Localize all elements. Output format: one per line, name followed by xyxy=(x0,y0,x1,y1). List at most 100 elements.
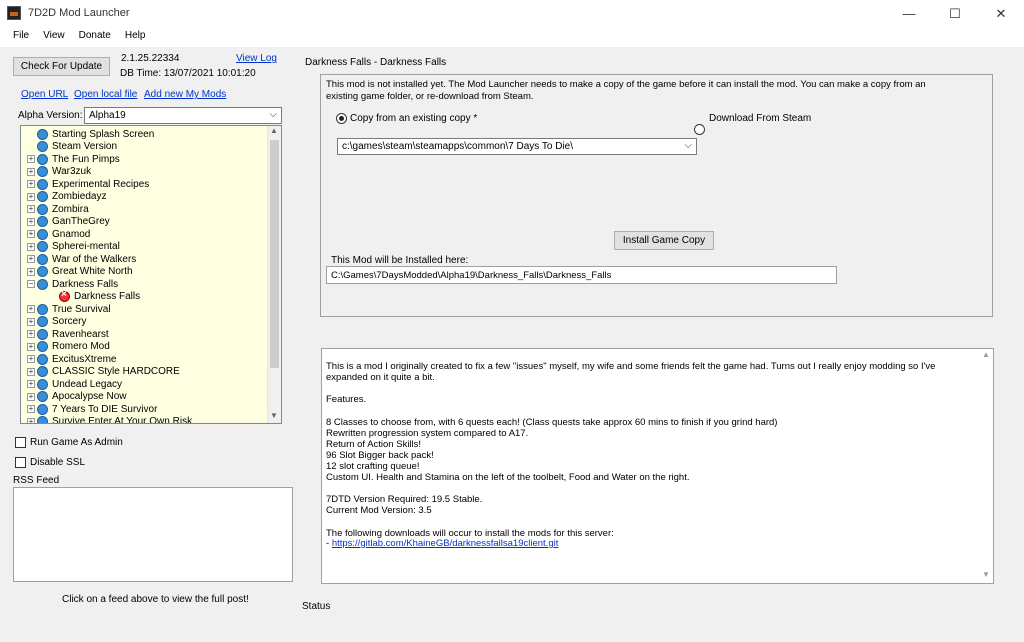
description-scrollbar[interactable]: ▲ ▼ xyxy=(980,350,993,582)
close-button[interactable]: ✕ xyxy=(978,0,1024,27)
expand-icon[interactable]: + xyxy=(27,417,35,423)
menu-view[interactable]: View xyxy=(36,27,72,47)
install-game-copy-button[interactable]: Install Game Copy xyxy=(614,231,714,250)
tree-item[interactable]: + Zombiedayz xyxy=(27,191,106,204)
expand-icon[interactable]: + xyxy=(27,205,35,214)
tree-item[interactable]: + War of the Walkers xyxy=(27,253,136,266)
tree-item-label: 7 Years To DIE Survivor xyxy=(52,403,158,415)
open-url-link[interactable]: Open URL xyxy=(21,89,68,100)
maximize-button[interactable]: ☐ xyxy=(932,0,978,27)
expand-icon[interactable]: + xyxy=(27,267,35,276)
expand-icon[interactable]: + xyxy=(27,405,35,414)
tree-item[interactable]: + The Fun Pimps xyxy=(27,153,120,166)
expand-icon[interactable]: + xyxy=(27,342,35,351)
disable-ssl-checkbox[interactable] xyxy=(15,457,26,468)
window-title: 7D2D Mod Launcher xyxy=(28,7,130,19)
expand-icon[interactable]: + xyxy=(27,230,35,239)
expand-icon[interactable]: + xyxy=(27,317,35,326)
tree-scrollbar[interactable]: ▲ ▼ xyxy=(267,126,281,423)
expand-icon[interactable]: + xyxy=(27,242,35,251)
tree-item-label: The Fun Pimps xyxy=(52,153,120,165)
install-path-field[interactable]: C:\Games\7DaysModded\Alpha19\Darkness_Fa… xyxy=(326,266,837,284)
minimize-button[interactable]: — xyxy=(886,0,932,27)
copy-existing-radio[interactable] xyxy=(336,113,347,124)
tree-item[interactable]: Starting Splash Screen xyxy=(27,128,154,141)
expand-icon[interactable]: + xyxy=(27,192,35,201)
globe-icon xyxy=(37,278,48,290)
tree-item-label: Romero Mod xyxy=(52,341,110,353)
scroll-up-icon[interactable]: ▲ xyxy=(270,126,278,135)
tree-item[interactable]: Steam Version xyxy=(27,141,117,154)
download-steam-radio[interactable] xyxy=(694,124,705,135)
expand-icon[interactable]: + xyxy=(27,380,35,389)
tree-item[interactable]: +7 Years To DIE Survivor xyxy=(27,403,157,416)
tree-item[interactable]: + ExcitusXtreme xyxy=(27,353,116,366)
tree-item-label: Experimental Recipes xyxy=(52,178,150,190)
tree-item-label: CLASSIC Style HARDCORE xyxy=(52,366,180,378)
source-path-value: c:\games\steam\steamapps\common\7 Days T… xyxy=(342,141,574,152)
tree-item[interactable]: + CLASSIC Style HARDCORE xyxy=(27,366,180,379)
expand-icon[interactable]: + xyxy=(27,167,35,176)
expand-icon[interactable]: + xyxy=(27,392,35,401)
tree-item[interactable]: + Romero Mod xyxy=(27,341,110,354)
menu-bar: File View Donate Help xyxy=(0,27,1024,47)
alpha-version-label: Alpha Version: xyxy=(18,110,83,121)
scroll-down-icon[interactable]: ▼ xyxy=(982,570,990,579)
tree-item[interactable]: + Gnamod xyxy=(27,228,90,241)
add-my-mods-link[interactable]: Add new My Mods xyxy=(144,89,226,100)
globe-icon xyxy=(37,228,48,240)
menu-help[interactable]: Help xyxy=(118,27,153,47)
collapse-icon[interactable]: − xyxy=(27,280,35,289)
tree-item-label: Gnamod xyxy=(52,228,91,240)
expand-icon[interactable]: + xyxy=(27,355,35,364)
db-time-label: DB Time: 13/07/2021 10:01:20 xyxy=(120,68,256,79)
globe-icon xyxy=(37,178,48,190)
tree-item[interactable]: + Survive Enter At Your Own Risk xyxy=(27,416,192,423)
description-line: 96 Slot Bigger back pack! xyxy=(326,449,434,461)
tree-item-label: Darkness Falls xyxy=(74,291,141,303)
menu-donate[interactable]: Donate xyxy=(72,27,118,47)
tree-scroll-thumb[interactable] xyxy=(270,140,279,368)
tree-item[interactable]: + Spherei-mental xyxy=(27,241,120,254)
tree-item[interactable]: + Zombira xyxy=(27,203,89,216)
tree-item[interactable]: + Undead Legacy xyxy=(27,378,122,391)
description-line: The following downloads will occur to in… xyxy=(326,527,614,539)
expand-icon[interactable]: + xyxy=(27,155,35,164)
source-path-select[interactable]: c:\games\steam\steamapps\common\7 Days T… xyxy=(337,138,697,155)
check-update-button[interactable]: Check For Update xyxy=(13,57,110,76)
view-log-link[interactable]: View Log xyxy=(236,53,277,64)
download-link[interactable]: https://gitlab.com/KhaineGB/darknessfall… xyxy=(332,538,559,549)
tree-item[interactable]: + Great White North xyxy=(27,266,133,279)
tree-item[interactable]: Darkness Falls xyxy=(49,289,141,304)
description-line: Current Mod Version: 3.5 xyxy=(326,505,432,517)
expand-icon[interactable]: + xyxy=(27,305,35,314)
description-line: 8 Classes to choose from, with 6 quests … xyxy=(326,416,778,428)
expand-icon[interactable]: + xyxy=(27,180,35,189)
tree-item[interactable]: + War3zuk xyxy=(27,166,91,179)
tree-item[interactable]: + Apocalypse Now xyxy=(27,391,126,404)
tree-item[interactable]: + Sorcery xyxy=(27,316,86,329)
error-icon xyxy=(59,289,70,303)
tree-item[interactable]: + True Survival xyxy=(27,303,111,316)
description-line: Rewritten progression system compared to… xyxy=(326,427,529,439)
menu-file[interactable]: File xyxy=(6,27,36,47)
expand-icon[interactable]: + xyxy=(27,217,35,226)
globe-icon xyxy=(37,203,48,215)
tree-item[interactable]: + Ravenhearst xyxy=(27,328,109,341)
status-label: Status xyxy=(302,601,331,612)
tree-item[interactable]: + Experimental Recipes xyxy=(27,178,149,191)
tree-item[interactable]: + GanTheGrey xyxy=(27,216,110,229)
expand-icon[interactable]: + xyxy=(27,255,35,264)
rss-feed-box[interactable] xyxy=(13,487,293,582)
tree-item[interactable]: − Darkness Falls xyxy=(27,278,118,291)
scroll-down-icon[interactable]: ▼ xyxy=(270,411,278,420)
expand-icon[interactable]: + xyxy=(27,367,35,376)
expand-icon[interactable]: + xyxy=(27,330,35,339)
description-line: expanded on it quite a bit. xyxy=(326,372,435,384)
mod-tree[interactable]: Starting Splash Screen Steam Version + The … xyxy=(20,125,282,424)
tree-item-label: War3zuk xyxy=(52,166,92,178)
alpha-version-select[interactable]: Alpha19 ⌵ xyxy=(84,107,282,124)
scroll-up-icon[interactable]: ▲ xyxy=(982,350,990,359)
open-local-file-link[interactable]: Open local file xyxy=(74,89,137,100)
run-admin-checkbox[interactable] xyxy=(15,437,26,448)
